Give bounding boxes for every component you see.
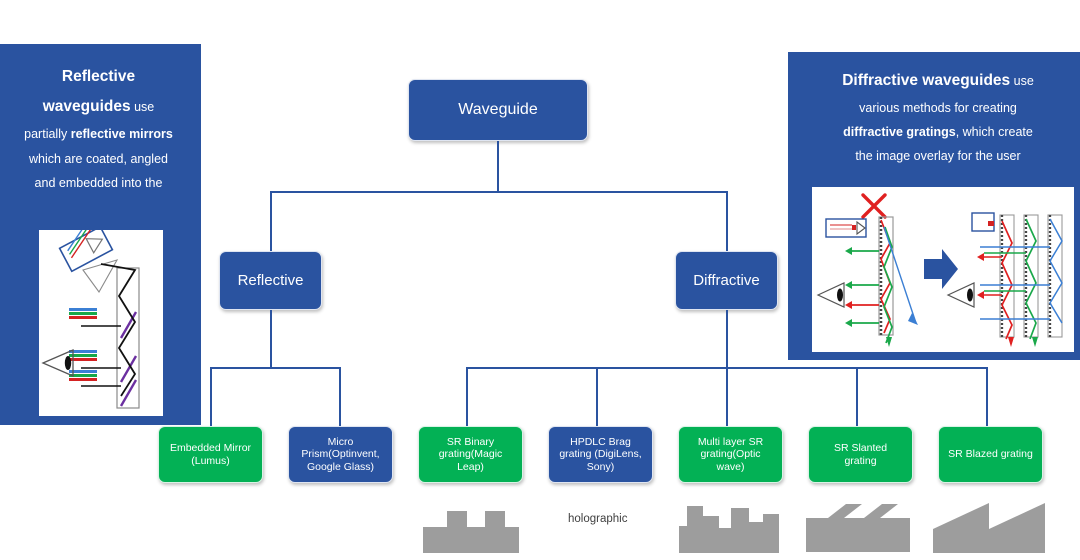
- connector-level1-bar: [270, 191, 727, 193]
- connector-leaf-hpdlc-brag: [596, 367, 598, 426]
- leaf-micro-prism[interactable]: Micro Prism(Optinvent, Google Glass): [288, 426, 393, 483]
- reflective-panel-line1: Reflective: [61, 68, 136, 85]
- leaf-multi-layer-sr-grating[interactable]: Multi layer SR grating(Optic wave): [678, 426, 783, 483]
- connector-level1-left-drop: [270, 191, 272, 251]
- diffractive-panel-text: Diffractive waveguides use various metho…: [806, 66, 1070, 168]
- leaf-hpdlc-brag-grating-label: HPDLC Brag grating (DigiLens, Sony): [559, 435, 642, 473]
- leaf-embedded-mirror-label: Embedded Mirror (Lumus): [169, 442, 252, 467]
- connector-leaf-sr-binary: [466, 367, 468, 426]
- leaf-sr-binary-grating[interactable]: SR Binary grating(Magic Leap): [418, 426, 523, 483]
- leaf-sr-slanted-grating-label: SR Slanted grating: [833, 442, 888, 467]
- connector-reflective-bar: [210, 367, 340, 369]
- connector-leaf-sr-blazed: [986, 367, 988, 426]
- connector-root-stem: [497, 141, 499, 192]
- connector-leaf-multi-layer: [726, 367, 728, 426]
- diffractive-panel-line2: various methods for creating: [859, 100, 1017, 115]
- node-reflective[interactable]: Reflective: [219, 251, 322, 310]
- reflective-panel-line4: which are coated, angled: [29, 151, 168, 166]
- connector-level1-right-drop: [726, 191, 728, 251]
- reflective-panel-line3-pre: partially: [24, 127, 71, 142]
- connector-leaf-sr-slanted: [856, 367, 858, 426]
- connector-leaf-micro-prism: [339, 367, 341, 426]
- diffractive-waveguide-expansion-diagram: [812, 187, 1074, 352]
- reflective-panel-line2-bold: waveguides: [42, 98, 131, 116]
- diffractive-panel-line1-rest: use: [1010, 74, 1034, 88]
- node-waveguide[interactable]: Waveguide: [408, 79, 588, 141]
- diagram-canvas: Reflective waveguides use partially refl…: [0, 0, 1080, 555]
- leaf-sr-blazed-grating-label: SR Blazed grating: [948, 448, 1033, 461]
- connector-reflective-stem: [270, 310, 272, 368]
- leaf-sr-blazed-grating[interactable]: SR Blazed grating: [938, 426, 1043, 483]
- reflective-panel-text: Reflective waveguides use partially refl…: [10, 62, 187, 196]
- leaf-embedded-mirror[interactable]: Embedded Mirror (Lumus): [158, 426, 263, 483]
- multilayer-grating-icon: [679, 502, 779, 560]
- holographic-caption: holographic: [568, 513, 628, 525]
- leaf-sr-slanted-grating[interactable]: SR Slanted grating: [808, 426, 913, 483]
- connector-leaf-embedded-mirror: [210, 367, 212, 426]
- reflective-panel-line5: and embedded into the: [34, 176, 163, 191]
- leaf-micro-prism-label: Micro Prism(Optinvent, Google Glass): [301, 435, 380, 473]
- leaf-hpdlc-brag-grating[interactable]: HPDLC Brag grating (DigiLens, Sony): [548, 426, 653, 483]
- reflective-panel-line3-bold: reflective mirrors: [70, 127, 173, 142]
- blazed-grating-icon: [933, 501, 1045, 560]
- slanted-grating-icon: [806, 504, 910, 559]
- leaf-multi-layer-sr-grating-label: Multi layer SR grating(Optic wave): [697, 435, 764, 473]
- connector-diffractive-stem: [726, 310, 728, 368]
- reflective-panel-line2-rest: use: [130, 100, 155, 115]
- binary-grating-icon: [423, 505, 519, 560]
- diffractive-panel-line4: the image overlay for the user: [855, 148, 1021, 163]
- leaf-sr-binary-grating-label: SR Binary grating(Magic Leap): [438, 435, 503, 473]
- node-diffractive[interactable]: Diffractive: [675, 251, 778, 310]
- diffractive-panel-line3-bold: diffractive gratings: [843, 124, 956, 139]
- diffractive-panel-line3-rest: , which create: [955, 124, 1033, 139]
- diffractive-panel-line1-bold: Diffractive waveguides: [842, 72, 1011, 89]
- reflective-waveguide-ray-diagram: [39, 230, 163, 416]
